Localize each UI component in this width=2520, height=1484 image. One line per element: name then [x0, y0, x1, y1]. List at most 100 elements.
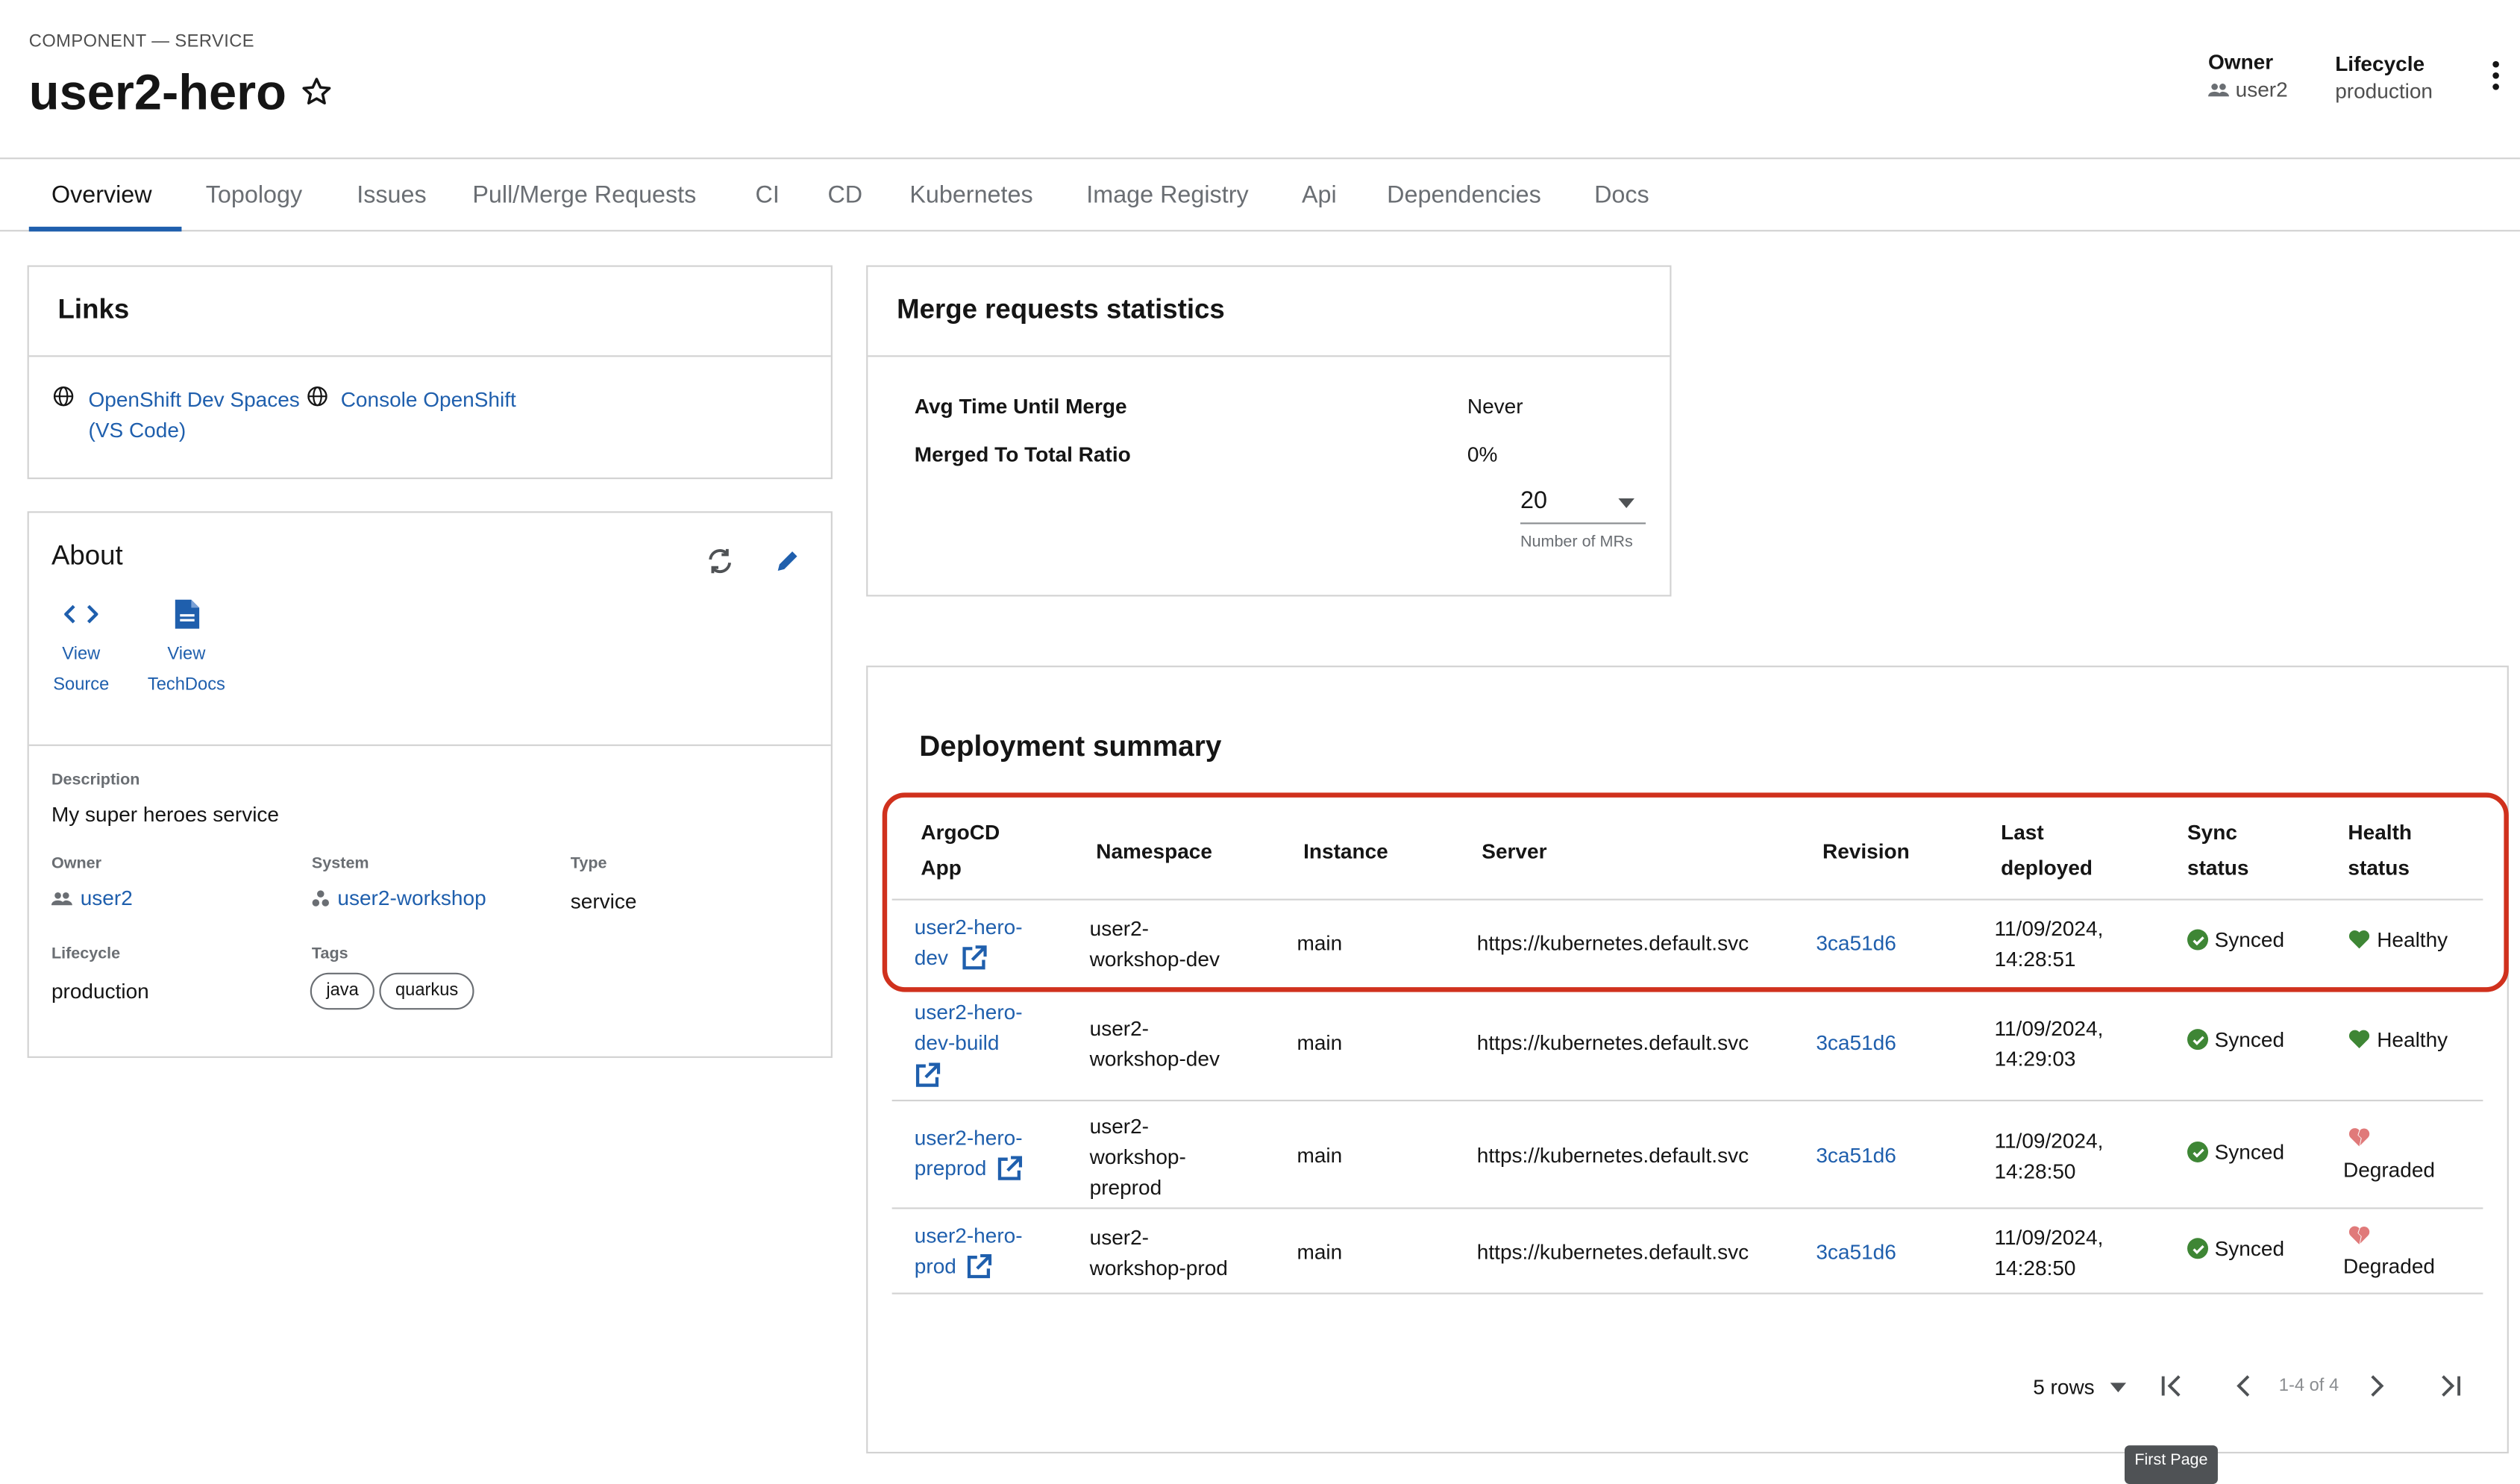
link-openshift-dev-spaces[interactable]: OpenShift Dev Spaces (VS Code) [88, 384, 299, 445]
edit-pencil-icon[interactable] [774, 548, 800, 582]
app-link-line: user2-hero- [914, 1125, 1023, 1150]
tags-label: Tags [311, 945, 348, 963]
system-link[interactable]: user2-workshop [312, 886, 486, 910]
lifecycle-field-value: production [51, 979, 149, 1004]
links-card [27, 265, 833, 480]
owner-value[interactable]: user2 [2208, 77, 2288, 101]
table-cell-last-deployed: 11/09/2024, 14:28:50 [1994, 1222, 2103, 1283]
tab-kubernetes[interactable]: Kubernetes [909, 182, 1032, 210]
cell-line: 11/09/2024, [1994, 1225, 2104, 1250]
link-line: (VS Code) [88, 418, 187, 442]
health-status: Healthy [2348, 1027, 2448, 1051]
lifecycle-label: Lifecycle [2335, 51, 2425, 76]
cell-line: user2- [1089, 1114, 1150, 1139]
caret-down-icon [1618, 498, 1634, 508]
type-value: service [570, 889, 637, 913]
row-highlight-box [882, 792, 2509, 992]
external-link-icon [967, 1253, 992, 1278]
link-console-openshift[interactable]: Console OpenShift [341, 384, 516, 415]
favorite-star-icon[interactable] [299, 74, 334, 109]
cell-line: user2- [1089, 1015, 1150, 1041]
active-tab-indicator [28, 226, 182, 232]
owner-field-label: Owner [51, 855, 101, 874]
table-row-app-link[interactable]: user2-hero- preprod [915, 1122, 1023, 1183]
cell-line: 14:29:03 [1994, 1046, 2076, 1071]
lifecycle-value: production [2335, 78, 2433, 103]
sync-status: Synced [2187, 1236, 2284, 1260]
external-link-icon [915, 1062, 941, 1087]
table-row-app-link[interactable]: user2-hero- dev-build [915, 997, 1023, 1097]
table-cell-instance: main [1297, 1030, 1343, 1055]
previous-page-icon[interactable] [2236, 1374, 2252, 1405]
owner-field-link[interactable]: user2 [51, 886, 133, 910]
tab-docs[interactable]: Docs [1594, 182, 1649, 210]
tab-api[interactable]: Api [1302, 182, 1337, 210]
tab-cd[interactable]: CD [827, 182, 862, 210]
external-link-icon [997, 1155, 1022, 1180]
globe-icon [53, 386, 74, 415]
mr-count-select[interactable]: 20 [1520, 482, 1646, 525]
table-cell-last-deployed: 11/09/2024, 14:28:50 [1994, 1125, 2103, 1186]
mr-count-value: 20 [1520, 486, 1547, 515]
table-cell-server: https://kubernetes.default.svc [1476, 1030, 1749, 1055]
broken-heart-icon [2348, 1225, 2370, 1254]
row-divider [891, 1207, 2483, 1209]
tab-pull-merge-requests[interactable]: Pull/Merge Requests [472, 182, 696, 210]
sync-status: Synced [2187, 1140, 2284, 1164]
row-divider [891, 1099, 2483, 1102]
table-cell-revision-link[interactable]: 3ca51d6 [1816, 1027, 1896, 1058]
table-cell-namespace: user2- workshop- preprod [1090, 1111, 1186, 1203]
cell-line: workshop-dev [1089, 1046, 1220, 1071]
tab-issues[interactable]: Issues [357, 182, 426, 210]
system-label: System [311, 855, 369, 874]
view-techdocs-line: TechDocs [147, 675, 225, 695]
rows-per-page-select[interactable]: 5 rows [2033, 1374, 2127, 1399]
page-range-text: 1-4 of 4 [2278, 1376, 2339, 1396]
stat-value: Never [1467, 393, 1523, 419]
tab-topology[interactable]: Topology [206, 182, 302, 210]
tab-overview[interactable]: Overview [51, 182, 152, 210]
table-cell-instance: main [1297, 1143, 1343, 1168]
health-status-text: Degraded [2342, 1157, 2435, 1182]
links-divider [28, 355, 831, 357]
table-cell-revision-link[interactable]: 3ca51d6 [1816, 1140, 1896, 1171]
stat-value: 0% [1467, 442, 1498, 466]
kebab-menu-icon[interactable] [2485, 60, 2507, 93]
next-page-icon[interactable] [2369, 1374, 2385, 1405]
broken-heart-icon [2348, 1127, 2370, 1156]
tag-chip: quarkus [379, 972, 474, 1010]
heart-icon [2348, 1030, 2370, 1048]
table-cell-revision-link[interactable]: 3ca51d6 [1816, 1236, 1896, 1267]
owner-value-text: user2 [2235, 77, 2288, 101]
rows-per-page-text: 5 rows [2033, 1374, 2095, 1399]
tab-image-registry[interactable]: Image Registry [1086, 182, 1248, 210]
sync-status-text: Synced [2214, 1027, 2285, 1052]
refresh-icon[interactable] [704, 545, 736, 586]
app-link-line: prod [914, 1253, 956, 1279]
cell-line: 14:28:50 [1994, 1255, 2076, 1280]
entity-kind: COMPONENT — SERVICE [28, 32, 255, 51]
table-row-app-link[interactable]: user2-hero- prod [915, 1221, 1023, 1282]
cell-line: 14:28:50 [1994, 1159, 2076, 1184]
tab-bar: Overview Topology Issues Pull/Merge Requ… [0, 159, 2520, 232]
sync-status-text: Synced [2214, 1236, 2285, 1261]
view-source-link[interactable]: View Source [51, 640, 111, 701]
about-title: About [51, 540, 123, 571]
description-value: My super heroes service [51, 802, 280, 827]
table-cell-namespace: user2- workshop-prod [1090, 1222, 1228, 1283]
page-header: COMPONENT — SERVICE user2-hero Owner use… [0, 0, 2520, 160]
owner-label: Owner [2208, 49, 2274, 75]
first-page-icon[interactable] [2160, 1374, 2185, 1405]
last-page-icon[interactable] [2436, 1374, 2462, 1405]
sync-status: Synced [2187, 1027, 2284, 1051]
tab-ci[interactable]: CI [756, 182, 780, 210]
view-techdocs-link[interactable]: View TechDocs [143, 640, 230, 701]
stat-label: Merged To Total Ratio [914, 442, 1131, 466]
tab-dependencies[interactable]: Dependencies [1387, 182, 1541, 210]
sync-status-text: Synced [2214, 1139, 2285, 1165]
deployment-summary-title: Deployment summary [919, 730, 1222, 763]
link-line: OpenShift Dev Spaces [88, 387, 300, 412]
system-text: user2-workshop [337, 886, 486, 910]
view-techdocs-line: View [167, 645, 206, 664]
group-icon [51, 891, 72, 905]
